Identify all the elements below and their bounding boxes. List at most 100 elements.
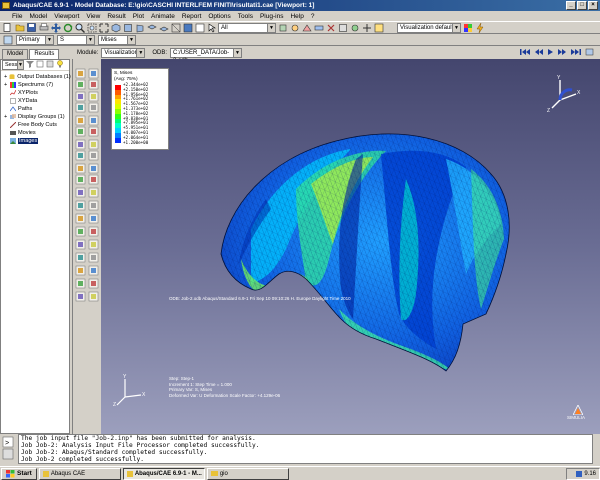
toolbox-tool-icon[interactable] bbox=[88, 115, 99, 126]
toolbox-tool-icon[interactable] bbox=[88, 200, 99, 211]
render-wireframe-icon[interactable] bbox=[170, 22, 181, 33]
toolbox-tool-icon[interactable] bbox=[75, 163, 86, 174]
visualization-defaults-combo[interactable]: Visualization defaults ▼ bbox=[397, 22, 461, 33]
view-top-icon[interactable] bbox=[146, 22, 157, 33]
toolbox-tool-icon[interactable] bbox=[88, 226, 99, 237]
toolbox-tool-icon[interactable] bbox=[75, 187, 86, 198]
toolbox-tool-icon[interactable] bbox=[88, 68, 99, 79]
tree-expand-icon[interactable] bbox=[36, 60, 44, 70]
tree-collapse-icon[interactable] bbox=[46, 60, 54, 70]
toolbox-tool-icon[interactable] bbox=[88, 91, 99, 102]
toolbox-tool-icon[interactable] bbox=[88, 102, 99, 113]
menu-viewport[interactable]: Viewport bbox=[54, 13, 79, 20]
toolbox-tool-icon[interactable] bbox=[75, 115, 86, 126]
fit-view-icon[interactable] bbox=[98, 22, 109, 33]
tree-item-images[interactable]: Images bbox=[1, 137, 69, 145]
zoom-box-icon[interactable] bbox=[86, 22, 97, 33]
selection-filter-combo[interactable]: All ▼ bbox=[218, 22, 276, 33]
toolbox-tool-icon[interactable] bbox=[88, 291, 99, 302]
close-button[interactable]: × bbox=[588, 1, 598, 10]
menu-file[interactable]: File bbox=[12, 13, 22, 20]
next-frame-icon[interactable] bbox=[558, 48, 567, 58]
toolbox-tool-icon[interactable] bbox=[88, 174, 99, 185]
toolbox-tool-icon[interactable] bbox=[88, 239, 99, 250]
toolbox-tool-icon[interactable] bbox=[88, 150, 99, 161]
select-tool-a-icon[interactable] bbox=[277, 22, 288, 33]
select-tool-i-icon[interactable] bbox=[373, 22, 384, 33]
select-tool-f-icon[interactable] bbox=[337, 22, 348, 33]
minimize-button[interactable]: _ bbox=[566, 1, 576, 10]
render-shaded-icon[interactable] bbox=[182, 22, 193, 33]
toolbox-tool-icon[interactable] bbox=[75, 139, 86, 150]
expand-toggle[interactable]: + bbox=[4, 114, 8, 120]
open-folder-icon[interactable] bbox=[14, 22, 25, 33]
menu-whats-this[interactable]: ? bbox=[311, 13, 315, 20]
tree-item-paths[interactable]: Paths bbox=[1, 105, 69, 113]
expand-toggle[interactable]: + bbox=[4, 82, 8, 88]
module-combo[interactable]: Visualization ▼ bbox=[101, 47, 146, 58]
message-area[interactable]: The job input file "Job-2.inp" has been … bbox=[18, 434, 600, 464]
menu-animate[interactable]: Animate bbox=[151, 13, 175, 20]
toolbox-tool-icon[interactable] bbox=[88, 278, 99, 289]
menu-result[interactable]: Result bbox=[107, 13, 125, 20]
select-tool-c-icon[interactable] bbox=[301, 22, 312, 33]
toolbox-tool-icon[interactable] bbox=[75, 79, 86, 90]
animation-options-icon[interactable] bbox=[585, 48, 594, 58]
toolbox-tool-icon[interactable] bbox=[75, 200, 86, 211]
output-variable-combo[interactable]: S ▼ bbox=[57, 34, 95, 45]
rotate-icon[interactable] bbox=[62, 22, 73, 33]
select-tool-b-icon[interactable] bbox=[289, 22, 300, 33]
select-tool-d-icon[interactable] bbox=[313, 22, 324, 33]
previous-frame-icon[interactable] bbox=[534, 48, 543, 58]
view-bottom-icon[interactable] bbox=[158, 22, 169, 33]
taskbar-item-abaqus-cae[interactable]: Abaqus CAE bbox=[38, 467, 121, 480]
invariant-combo[interactable]: Mises ▼ bbox=[98, 34, 136, 45]
select-tool-h-icon[interactable] bbox=[361, 22, 372, 33]
menu-options[interactable]: Options bbox=[208, 13, 230, 20]
message-scrollbar[interactable] bbox=[592, 434, 600, 464]
tree-item-spectrums[interactable]: + Spectrums (7) bbox=[1, 81, 69, 89]
toolbox-tool-icon[interactable] bbox=[75, 150, 86, 161]
toolbox-tool-icon[interactable] bbox=[88, 126, 99, 137]
toolbox-tool-icon[interactable] bbox=[75, 91, 86, 102]
tab-results[interactable]: Results bbox=[29, 49, 60, 59]
tab-model[interactable]: Model bbox=[2, 49, 29, 59]
toolbox-tool-icon[interactable] bbox=[88, 79, 99, 90]
toolbox-tool-icon[interactable] bbox=[75, 291, 86, 302]
menu-plot[interactable]: Plot bbox=[133, 13, 144, 20]
render-hidden-icon[interactable] bbox=[194, 22, 205, 33]
toolbox-tool-icon[interactable] bbox=[75, 226, 86, 237]
first-frame-icon[interactable] bbox=[520, 48, 530, 58]
lightning-icon[interactable] bbox=[474, 22, 485, 33]
pan-icon[interactable] bbox=[50, 22, 61, 33]
toolbox-tool-icon[interactable] bbox=[75, 252, 86, 263]
tree-item-display-groups[interactable]: + Display Groups (1) bbox=[1, 113, 69, 121]
toolbox-tool-icon[interactable] bbox=[88, 252, 99, 263]
select-tool-g-icon[interactable] bbox=[349, 22, 360, 33]
view-iso-icon[interactable] bbox=[110, 22, 121, 33]
new-file-icon[interactable] bbox=[2, 22, 13, 33]
save-icon[interactable] bbox=[26, 22, 37, 33]
selection-arrow-icon[interactable] bbox=[206, 22, 217, 33]
tree-item-xydata[interactable]: XYData bbox=[1, 97, 69, 105]
toolbox-tool-icon[interactable] bbox=[88, 139, 99, 150]
toolbox-tool-icon[interactable] bbox=[75, 265, 86, 276]
message-tabs-icon[interactable]: > bbox=[0, 434, 16, 462]
odb-combo[interactable]: C:/USER_DATA/Job-2.odb ▼ bbox=[170, 47, 243, 64]
toolbox-tool-icon[interactable] bbox=[88, 187, 99, 198]
toolbox-tool-icon[interactable] bbox=[88, 213, 99, 224]
viewport-canvas[interactable]: S, Mises (Avg: 75%) +2.344e+02 +2.150e+02… bbox=[101, 59, 600, 434]
magnify-icon[interactable] bbox=[74, 22, 85, 33]
toolbox-tool-icon[interactable] bbox=[75, 213, 86, 224]
menu-view[interactable]: View bbox=[86, 13, 100, 20]
tree-item-movies[interactable]: Movies bbox=[1, 129, 69, 137]
view-side-icon[interactable] bbox=[134, 22, 145, 33]
menu-model[interactable]: Model bbox=[29, 13, 47, 20]
toolbox-tool-icon[interactable] bbox=[75, 68, 86, 79]
menu-report[interactable]: Report bbox=[182, 13, 202, 20]
tree-lightbulb-icon[interactable] bbox=[56, 60, 64, 70]
expand-toggle[interactable]: + bbox=[4, 74, 7, 80]
toolbox-tool-icon[interactable] bbox=[75, 239, 86, 250]
start-button[interactable]: Start bbox=[1, 467, 37, 480]
view-front-icon[interactable] bbox=[122, 22, 133, 33]
